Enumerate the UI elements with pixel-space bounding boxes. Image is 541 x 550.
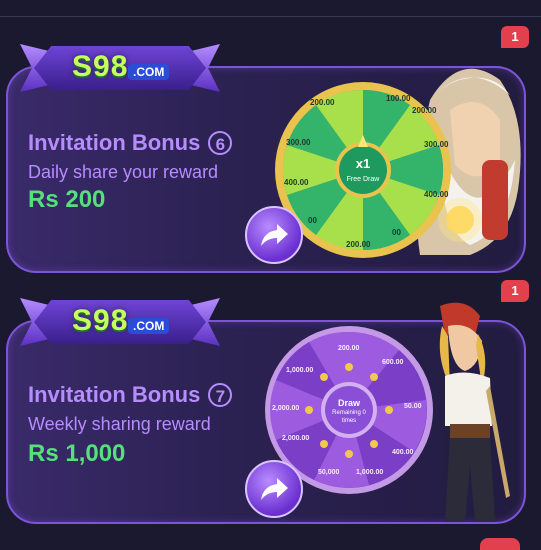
wheel-segment-label: 50.00 xyxy=(404,403,422,410)
level-number-badge: 6 xyxy=(208,131,233,155)
top-divider xyxy=(0,16,541,17)
logo-brand-text: S98 xyxy=(72,304,129,337)
wheel-segment-label: 1,000.00 xyxy=(356,469,383,476)
wheel-segment-label: 600.00 xyxy=(382,359,404,366)
wheel-segment-label: 200.00 xyxy=(346,240,371,249)
wheel-segment-label: 300.00 xyxy=(424,140,449,149)
wheel-segment-label: 400.00 xyxy=(284,178,309,187)
wheel-segment-label: 400.00 xyxy=(424,190,449,199)
pirate-character-illustration xyxy=(439,302,510,522)
brand-logo: S98 .COM xyxy=(20,40,220,98)
logo-domain-text: .COM xyxy=(128,64,170,80)
logo-domain-text: .COM xyxy=(128,318,170,334)
wheel-segment-label: 100.00 xyxy=(386,94,411,103)
wheel-remaining-label: Remaining 0 times xyxy=(332,410,366,424)
wheel-segment-label: 2,000.00 xyxy=(282,435,309,442)
wheel-segment-label: 200.00 xyxy=(310,98,335,107)
card-subtitle: Daily share your reward xyxy=(28,162,219,182)
wheel-segment-label: 200.00 xyxy=(412,106,437,115)
wheel-segment-label: 00 xyxy=(392,228,401,237)
wheel-segment-label: 00 xyxy=(308,216,317,225)
wheel-segment-label: 1,000.00 xyxy=(286,367,313,374)
wheel-center-label: Free Draw xyxy=(347,176,381,183)
wheel-center-multiplier: x1 xyxy=(356,156,370,171)
wheel-segment-label: 50,000 xyxy=(318,469,340,476)
card-title: Invitation Bonus 7 xyxy=(28,382,233,408)
share-button[interactable] xyxy=(245,460,303,518)
reward-amount: Rs 200 xyxy=(28,186,106,213)
notification-badge-partial xyxy=(480,538,520,550)
card-title: Invitation Bonus 6 xyxy=(28,130,233,156)
reward-amount: Rs 1,000 xyxy=(28,440,126,467)
logo-brand-text: S98 xyxy=(72,50,129,83)
wheel-center-label: Draw xyxy=(338,398,361,408)
wheel-segment-label: 200.00 xyxy=(338,345,360,352)
wheel-segment-label: 2,000.00 xyxy=(272,405,299,412)
wheel-segment-label: 400.00 xyxy=(392,449,414,456)
share-arrow-icon xyxy=(261,478,288,500)
wheel-segment-label: 300.00 xyxy=(286,138,311,147)
brand-logo: S98 .COM xyxy=(20,294,220,352)
level-number-badge: 7 xyxy=(208,383,233,407)
share-button[interactable] xyxy=(245,206,303,264)
share-arrow-icon xyxy=(261,224,288,246)
card-subtitle: Weekly sharing reward xyxy=(28,414,211,434)
